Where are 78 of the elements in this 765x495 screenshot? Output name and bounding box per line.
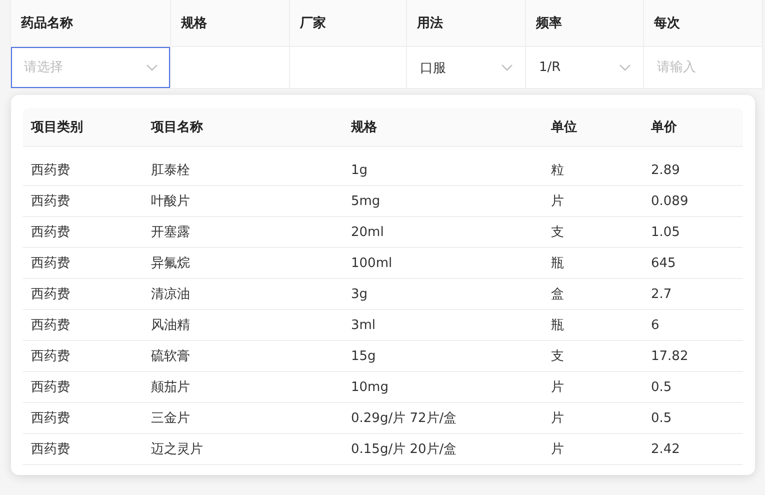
column-header: 单位 bbox=[550, 119, 578, 137]
table-cell-text: 粒 bbox=[550, 162, 565, 180]
table-row[interactable]: 西药费 肛泰栓 1g 粒 2.89 bbox=[23, 155, 743, 186]
table-cell-text: 片 bbox=[550, 410, 565, 428]
table-row[interactable]: 西药费 清凉油 3g 盒 2.7 bbox=[23, 279, 743, 310]
table-cell-text: 瓶 bbox=[550, 317, 565, 335]
table-row[interactable]: 西药费 三金片 0.29g/片 72片/盒 片 0.5 bbox=[23, 403, 743, 434]
table-cell-text: 异氟烷 bbox=[150, 255, 191, 273]
table-cell-text: 支 bbox=[550, 348, 565, 366]
table-row[interactable]: 西药费 异氟烷 100ml 瓶 645 bbox=[23, 248, 743, 279]
table-cell-text: 片 bbox=[550, 441, 565, 459]
column-header: 规格 bbox=[350, 119, 378, 137]
column-header: 项目类别 bbox=[30, 119, 84, 137]
select-field[interactable]: 口服 bbox=[407, 47, 525, 88]
table-cell-text: 645 bbox=[650, 254, 677, 272]
table-cell-text: 西药费 bbox=[30, 379, 71, 397]
table-cell-text: 20ml bbox=[350, 224, 385, 242]
table-cell-text: 0.15g/片 20片/盒 bbox=[350, 441, 458, 459]
table-cell-text: 开塞露 bbox=[150, 224, 191, 242]
table-cell-text: 0.5 bbox=[650, 378, 673, 396]
table-cell-text: 三金片 bbox=[150, 410, 191, 428]
table-cell-text: 风油精 bbox=[150, 317, 191, 335]
table-row[interactable]: 西药费 风油精 3ml 瓶 6 bbox=[23, 310, 743, 341]
table-cell-text: 西药费 bbox=[30, 162, 71, 180]
column-header: 规格 bbox=[171, 0, 290, 47]
table-cell-text: 3g bbox=[350, 286, 369, 304]
table-row[interactable]: 西药费 开塞露 20ml 支 1.05 bbox=[23, 217, 743, 248]
column-header: 单价 bbox=[650, 119, 678, 137]
column-header: 厂家 bbox=[290, 0, 407, 47]
table-cell-text: 片 bbox=[550, 379, 565, 397]
column-header: 每次 bbox=[644, 0, 763, 47]
chevron-down-icon bbox=[619, 64, 631, 71]
table-cell-text: 硫软膏 bbox=[150, 348, 191, 366]
table-cell-text: 5mg bbox=[350, 192, 382, 210]
table-cell-text: 迈之灵片 bbox=[150, 441, 204, 459]
table-cell-text: 颠茄片 bbox=[150, 379, 191, 397]
table-cell-text: 西药费 bbox=[30, 348, 71, 366]
select-field[interactable]: 请选择 bbox=[11, 47, 170, 88]
table-cell-text: 3ml bbox=[350, 316, 377, 334]
table-cell-text: 2.7 bbox=[650, 286, 673, 304]
table-cell-text: 1.05 bbox=[650, 224, 681, 242]
table-cell-text: 片 bbox=[550, 193, 565, 211]
table-cell-text: 0.5 bbox=[650, 410, 673, 428]
table-cell-text: 10mg bbox=[350, 378, 390, 396]
table-cell-text: 6 bbox=[650, 316, 660, 334]
select-field[interactable]: 1/R bbox=[526, 47, 643, 88]
table-row[interactable]: 西药费 叶酸片 5mg 片 0.089 bbox=[23, 186, 743, 217]
table-cell-text: 1g bbox=[350, 162, 369, 180]
table-cell-text: 西药费 bbox=[30, 255, 71, 273]
table-cell-text: 0.29g/片 72片/盒 bbox=[350, 410, 458, 428]
table-cell-text: 西药费 bbox=[30, 193, 71, 211]
table-cell-text: 100ml bbox=[350, 254, 394, 272]
table-cell-text: 盒 bbox=[550, 286, 565, 304]
chevron-down-icon bbox=[501, 64, 513, 71]
table-cell-text: 0.089 bbox=[650, 192, 690, 210]
table-row[interactable]: 西药费 颠茄片 10mg 片 0.5 bbox=[23, 372, 743, 403]
table-cell-text: 15g bbox=[350, 348, 377, 366]
input-field[interactable]: 请输入 bbox=[644, 47, 762, 88]
table-cell-text: 西药费 bbox=[30, 441, 71, 459]
table-cell-text: 17.82 bbox=[650, 348, 690, 366]
table-cell-text: 叶酸片 bbox=[150, 193, 191, 211]
table-row[interactable]: 西药费 硫软膏 15g 支 17.82 bbox=[23, 341, 743, 372]
chevron-down-icon bbox=[146, 64, 158, 71]
table-cell-text: 西药费 bbox=[30, 224, 71, 242]
table-cell-text: 肛泰栓 bbox=[150, 162, 191, 180]
table-cell-text: 2.89 bbox=[650, 162, 681, 180]
table-cell-text: 支 bbox=[550, 224, 565, 242]
table-cell-text: 清凉油 bbox=[150, 286, 191, 304]
column-header: 药品名称 bbox=[11, 0, 171, 47]
table-row[interactable]: 西药费 迈之灵片 0.15g/片 20片/盒 片 2.42 bbox=[23, 434, 743, 465]
column-header: 项目名称 bbox=[150, 119, 204, 137]
table-cell-text: 西药费 bbox=[30, 286, 71, 304]
table-cell-text: 西药费 bbox=[30, 317, 71, 335]
column-header: 用法 bbox=[407, 0, 526, 47]
table-cell-text: 西药费 bbox=[30, 410, 71, 428]
table-cell-text: 瓶 bbox=[550, 255, 565, 273]
table-cell-text: 2.42 bbox=[650, 440, 681, 458]
column-header: 频率 bbox=[526, 0, 644, 47]
